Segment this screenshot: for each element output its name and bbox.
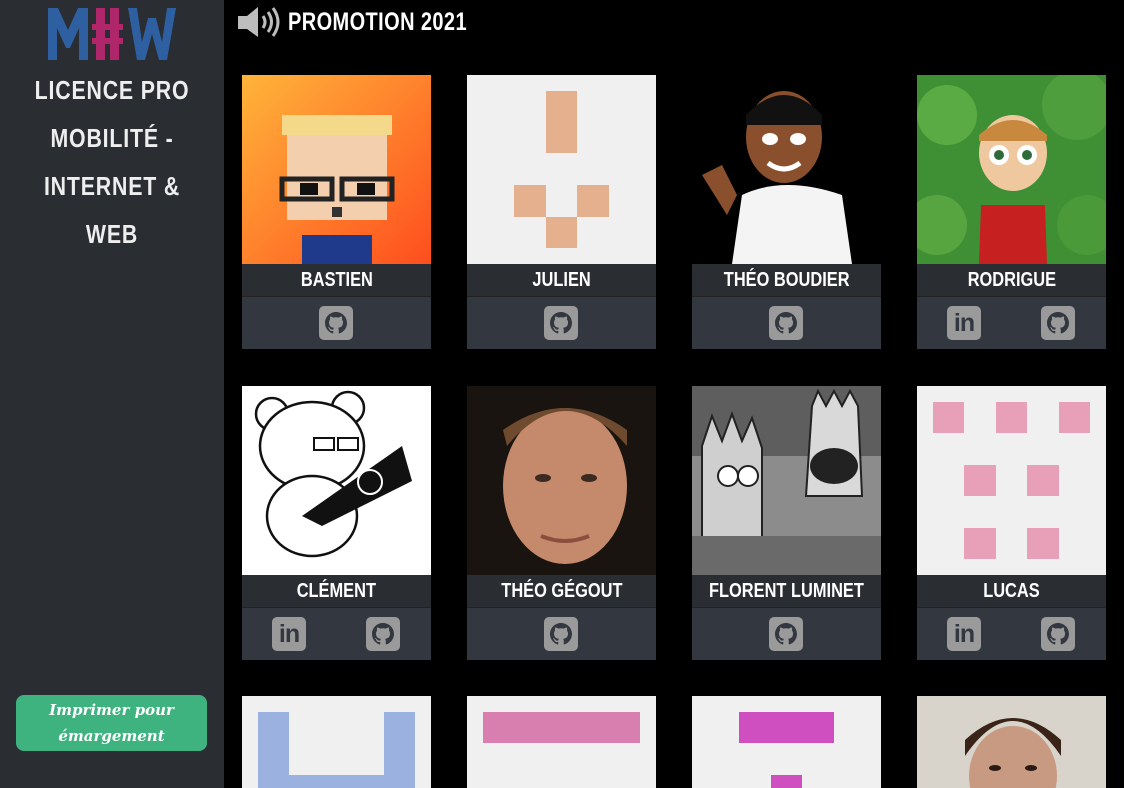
student-avatar (467, 696, 656, 788)
student-avatar (917, 386, 1106, 575)
github-icon (1047, 312, 1069, 334)
github-link[interactable] (544, 306, 578, 340)
student-name: JULIEN (467, 264, 656, 296)
student-name: CLÉMENT (242, 575, 431, 607)
student-avatar (242, 386, 431, 575)
github-icon (550, 312, 572, 334)
github-icon (775, 623, 797, 645)
linkedin-link[interactable]: in (947, 617, 981, 651)
student-card[interactable]: JULIEN (467, 75, 656, 349)
student-avatar (917, 696, 1106, 788)
student-avatar (242, 696, 431, 788)
student-card[interactable]: LUCAS in (917, 386, 1106, 660)
student-name: THÉO GÉGOUT (467, 575, 656, 607)
student-name: THÉO BOUDIER (692, 264, 881, 296)
student-links (242, 296, 431, 349)
linkedin-link[interactable]: in (272, 617, 306, 651)
student-card[interactable]: FLORENT LUMINET (692, 386, 881, 660)
student-avatar (917, 75, 1106, 264)
student-links (692, 607, 881, 660)
print-attendance-button[interactable]: Imprimer pour émargement (16, 695, 207, 751)
student-name: LUCAS (917, 575, 1106, 607)
student-avatar (467, 75, 656, 264)
student-name: RODRIGUE (917, 264, 1106, 296)
student-card[interactable] (917, 696, 1106, 788)
program-title-line-1: LICENCE PRO (34, 75, 190, 105)
github-link[interactable] (544, 617, 578, 651)
student-links (467, 296, 656, 349)
student-avatar (692, 386, 881, 575)
print-button-label: Imprimer pour émargement (49, 701, 174, 745)
student-avatar (242, 75, 431, 264)
student-name: BASTIEN (242, 264, 431, 296)
student-links: in (917, 296, 1106, 349)
github-link[interactable] (366, 617, 400, 651)
github-link[interactable] (1041, 617, 1075, 651)
student-card[interactable] (242, 696, 431, 788)
student-avatar (692, 75, 881, 264)
student-card[interactable] (692, 696, 881, 788)
linkedin-link[interactable]: in (947, 306, 981, 340)
student-card[interactable]: THÉO BOUDIER (692, 75, 881, 349)
student-links (467, 607, 656, 660)
github-icon (372, 623, 394, 645)
page-title: PROMOTION 2021 (288, 7, 467, 36)
linkedin-icon: in (278, 619, 300, 648)
student-name: FLORENT LUMINET (692, 575, 881, 607)
program-title-line-3: INTERNET & WEB (43, 171, 181, 249)
student-card[interactable]: CLÉMENT in (242, 386, 431, 660)
sidebar: LICENCE PRO MOBILITÉ - INTERNET & WEB Im… (0, 0, 224, 788)
student-card[interactable]: BASTIEN (242, 75, 431, 349)
miw-logo (48, 8, 176, 60)
student-links: in (917, 607, 1106, 660)
student-links (692, 296, 881, 349)
student-avatar (692, 696, 881, 788)
student-card[interactable]: RODRIGUE in (917, 75, 1106, 349)
github-link[interactable] (1041, 306, 1075, 340)
linkedin-icon: in (953, 619, 975, 648)
linkedin-icon: in (953, 308, 975, 337)
github-link[interactable] (769, 617, 803, 651)
github-icon (550, 623, 572, 645)
student-card[interactable]: THÉO GÉGOUT (467, 386, 656, 660)
program-title: LICENCE PRO MOBILITÉ - INTERNET & WEB (20, 66, 204, 258)
github-icon (1047, 623, 1069, 645)
student-avatar (467, 386, 656, 575)
page-header: PROMOTION 2021 (236, 5, 512, 39)
github-link[interactable] (769, 306, 803, 340)
program-title-line-2: MOBILITÉ - (50, 123, 174, 153)
github-icon (325, 312, 347, 334)
github-link[interactable] (319, 306, 353, 340)
github-icon (775, 312, 797, 334)
student-links: in (242, 607, 431, 660)
student-card[interactable] (467, 696, 656, 788)
speaker-icon (238, 7, 280, 37)
